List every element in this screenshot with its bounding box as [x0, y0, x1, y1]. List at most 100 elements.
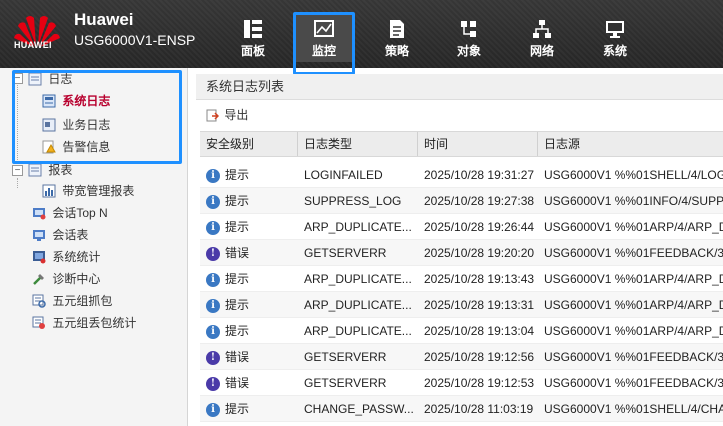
system-log-icon — [42, 94, 56, 108]
cell-level: ! 错误 — [200, 344, 298, 370]
cell-type: ARP_DUPLICATE... — [304, 272, 412, 286]
sidebar: − 日志 系统日志 业务日志 告警信息 − 报表 带宽管理报表 会话Top N … — [0, 68, 188, 426]
tree-business-log-label: 业务日志 — [62, 117, 111, 132]
info-icon: i — [206, 272, 220, 287]
cell-type: LOGINFAILED — [304, 168, 383, 182]
tree-system-log-label: 系统日志 — [62, 93, 111, 108]
cell-source: USG6000V1 %%01SHELL/4/CHAN — [544, 402, 723, 416]
cell-level: i 提示 — [200, 162, 298, 188]
report-folder-icon — [28, 163, 42, 177]
table-row[interactable]: i 提示 CHANGE_PASSW... 2025/10/28 11:03:19 USG… — [200, 396, 723, 422]
column-header-type[interactable]: 日志类型 — [298, 132, 418, 156]
cell-time: 2025/10/28 19:31:27 — [424, 168, 535, 182]
error-icon: ! — [206, 376, 220, 391]
tree-system-stats-label: 系统统计 — [52, 249, 101, 264]
nav-policy-label: 策略 — [384, 44, 409, 58]
nav-network[interactable]: 网络 — [514, 14, 570, 62]
export-button[interactable]: 导出 — [206, 108, 248, 122]
cell-level: i 提示 — [200, 188, 298, 214]
table-row[interactable]: i 提示 ARP_DUPLICATE... 2025/10/28 19:13:31 US… — [200, 292, 723, 318]
tree-log-group[interactable]: 日志 — [28, 68, 72, 88]
table-row[interactable]: i 提示 ARP_DUPLICATE... 2025/10/28 19:13:43 US… — [200, 266, 723, 292]
level-text: 提示 — [225, 402, 250, 416]
level-text: 错误 — [225, 246, 250, 260]
tree-report-group[interactable]: 报表 — [28, 159, 72, 179]
tree-business-log[interactable]: 业务日志 — [42, 114, 110, 134]
alert-icon — [42, 140, 56, 154]
tree-five-tuple-loss[interactable]: 五元组丢包统计 — [32, 312, 136, 332]
panel-title: 系统日志列表 — [196, 74, 723, 100]
packet-capture-icon — [32, 294, 46, 308]
tree-alert-info[interactable]: 告警信息 — [42, 136, 110, 156]
cell-source: USG6000V1 %%01FEEDBACK/3/G — [544, 376, 723, 390]
cell-type: SUPPRESS_LOG — [304, 194, 402, 208]
tree-five-tuple-loss-label: 五元组丢包统计 — [52, 315, 137, 330]
column-header-source[interactable]: 日志源 — [538, 132, 723, 156]
level-text: 提示 — [225, 298, 250, 312]
cell-type: GETSERVERR — [304, 350, 387, 364]
cell-time: 2025/10/28 19:13:43 — [424, 272, 535, 286]
error-icon: ! — [206, 246, 220, 261]
level-text: 提示 — [225, 194, 250, 208]
table-row[interactable]: i 提示 ARP_DUPLICATE... 2025/10/28 19:13:04 US… — [200, 318, 723, 344]
tree-session-table[interactable]: 会话表 — [32, 224, 88, 244]
info-icon: i — [206, 402, 220, 417]
table-row[interactable]: i 提示 ARP_DUPLICATE... 2025/10/28 19:26:44 US… — [200, 214, 723, 240]
tree-session-top[interactable]: 会话Top N — [32, 202, 108, 222]
info-icon: i — [206, 298, 220, 313]
nav-system-label: 系统 — [602, 44, 627, 58]
tree-diagnosis-label: 诊断中心 — [52, 271, 101, 286]
table-row[interactable]: i 提示 SUPPRESS_LOG 2025/10/28 19:27:38 USG600… — [200, 188, 723, 214]
cell-type: ARP_DUPLICATE... — [304, 298, 412, 312]
tree-report-group-label: 报表 — [48, 162, 73, 177]
error-icon: ! — [206, 350, 220, 365]
bandwidth-report-icon — [42, 184, 56, 198]
object-icon — [461, 21, 476, 37]
cell-source: USG6000V1 %%01FEEDBACK/3/G — [544, 350, 723, 364]
cell-time: 2025/10/28 19:12:56 — [424, 350, 535, 364]
tree-system-stats[interactable]: 系统统计 — [32, 246, 100, 266]
tree-system-log[interactable]: 系统日志 — [42, 90, 110, 110]
network-icon — [533, 20, 551, 38]
nav-dashboard[interactable]: 面板 — [225, 14, 281, 62]
policy-icon — [390, 20, 404, 38]
table-row[interactable]: ! 错误 GETSERVERR 2025/10/28 19:20:20 USG6000V… — [200, 240, 723, 266]
cell-source: USG6000V1 %%01FEEDBACK/3/G — [544, 246, 723, 260]
tree-bandwidth-report-label: 带宽管理报表 — [62, 183, 135, 198]
cell-level: i 提示 — [200, 396, 298, 422]
tree-log-group-label: 日志 — [48, 71, 73, 86]
tree-diagnosis[interactable]: 诊断中心 — [32, 268, 100, 288]
column-header-time[interactable]: 时间 — [418, 132, 538, 156]
dashboard-icon — [244, 20, 262, 38]
cell-time: 2025/10/28 19:13:04 — [424, 324, 535, 338]
table-row[interactable]: ! 错误 GETSERVERR 2025/10/28 19:12:53 USG6000V… — [200, 370, 723, 396]
nav-system[interactable]: 系统 — [587, 14, 643, 62]
table-row[interactable]: i 提示 LOGINFAILED 2025/10/28 19:31:27 USG6000… — [200, 162, 723, 188]
cell-time: 2025/10/28 19:26:44 — [424, 220, 535, 234]
nav-monitor-label: 监控 — [311, 44, 336, 58]
top-header: HUAWEI Huawei USG6000V1-ENSP 面板 监控 策略 对象 — [0, 0, 723, 68]
cell-type: ARP_DUPLICATE... — [304, 324, 412, 338]
tree-five-tuple-capture[interactable]: 五元组抓包 — [32, 290, 112, 310]
nav-object[interactable]: 对象 — [441, 14, 497, 62]
monitor-icon — [314, 20, 334, 37]
tree-line — [17, 178, 18, 188]
level-text: 错误 — [225, 376, 250, 390]
table-row[interactable]: ! 错误 GETSERVERR 2025/10/28 19:12:56 USG6000V… — [200, 344, 723, 370]
tree-session-top-label: 会话Top N — [52, 205, 108, 220]
cell-time: 2025/10/28 19:20:20 — [424, 246, 535, 260]
nav-monitor[interactable]: 监控 — [296, 14, 352, 62]
cell-type: GETSERVERR — [304, 246, 387, 260]
collapse-log-toggle[interactable]: − — [12, 73, 23, 84]
session-top-icon — [33, 207, 46, 220]
cell-level: ! 错误 — [200, 240, 298, 266]
column-header-level[interactable]: 安全级别 — [200, 132, 298, 156]
tree-alert-info-label: 告警信息 — [62, 139, 111, 154]
level-text: 提示 — [225, 324, 250, 338]
nav-policy[interactable]: 策略 — [369, 14, 425, 62]
session-table-icon — [33, 229, 45, 241]
logo-text: HUAWEI — [14, 40, 52, 50]
cell-level: i 提示 — [200, 318, 298, 344]
collapse-report-toggle[interactable]: − — [12, 165, 23, 176]
tree-bandwidth-report[interactable]: 带宽管理报表 — [42, 180, 134, 200]
